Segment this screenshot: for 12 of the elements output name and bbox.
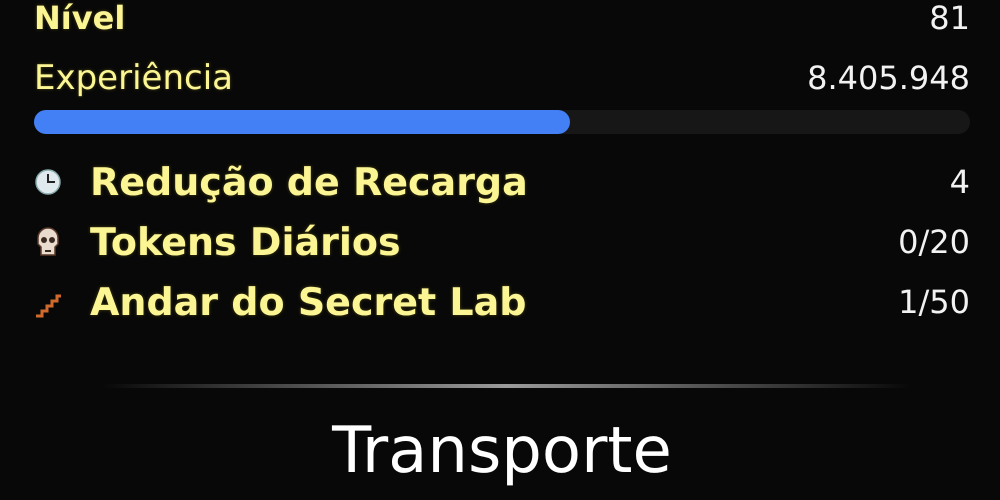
level-value: 81 — [929, 0, 970, 37]
stat-value: 4 — [950, 163, 970, 201]
stat-value: 1/50 — [898, 283, 970, 321]
stat-value: 0/20 — [898, 223, 970, 261]
stat-label: Andar do Secret Lab — [90, 280, 526, 324]
level-label: Nível — [34, 0, 126, 37]
experience-label: Experiência — [34, 58, 233, 98]
experience-value: 8.405.948 — [807, 59, 970, 97]
section-title: Transporte — [331, 416, 673, 486]
stat-label: Redução de Recarga — [90, 160, 528, 204]
clock-icon — [34, 168, 62, 196]
stat-label: Tokens Diários — [90, 220, 401, 264]
